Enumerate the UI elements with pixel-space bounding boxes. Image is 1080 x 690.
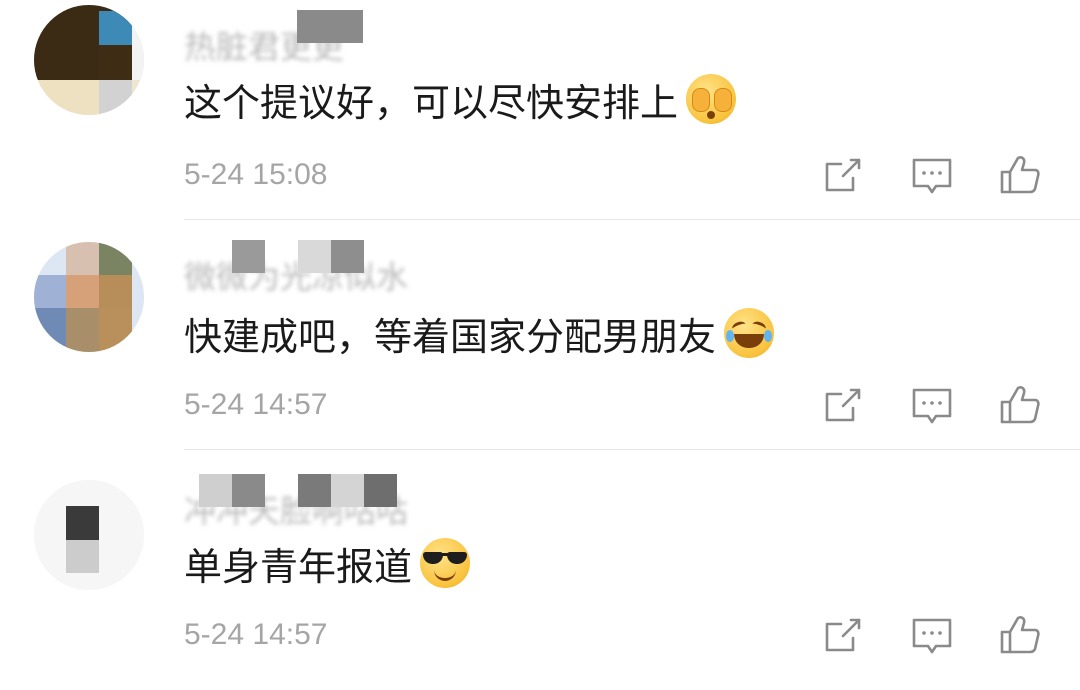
share-button[interactable] — [821, 154, 865, 198]
thumbs-up-icon — [1000, 616, 1040, 654]
share-button[interactable] — [821, 614, 865, 658]
username[interactable]: 微微为光凉似水 — [184, 252, 408, 292]
share-icon — [825, 618, 861, 652]
comment-time: 5-24 14:57 — [184, 388, 328, 421]
sunglasses-emoji — [420, 538, 471, 588]
mosaic-block — [331, 474, 364, 507]
comment-item: 微微为光凉似水 快建成吧，等着国家分配男朋友 5-24 14:57 — [0, 230, 1080, 460]
comment-time: 5-24 15:08 — [184, 158, 328, 191]
comment-text-content: 快建成吧，等着国家分配男朋友 — [184, 315, 717, 359]
share-button[interactable] — [821, 384, 865, 428]
mosaic-block — [297, 10, 363, 43]
like-button[interactable] — [998, 382, 1042, 426]
comment-item: 热脏君更更 这个提议好，可以尽快安排上 5-24 15:08 — [0, 0, 1080, 230]
avatar[interactable] — [34, 480, 144, 590]
comment-time: 5-24 14:57 — [184, 618, 328, 651]
thumbs-up-icon — [1000, 156, 1040, 194]
thumbs-up-icon — [1000, 386, 1040, 424]
avatar[interactable] — [34, 242, 144, 352]
mosaic-block — [232, 240, 265, 273]
divider — [184, 449, 1080, 450]
comment-icon — [912, 618, 952, 654]
like-button[interactable] — [998, 152, 1042, 196]
comment-text-content: 单身青年报道 — [184, 545, 413, 589]
comment-text: 快建成吧，等着国家分配男朋友 — [184, 308, 775, 360]
share-icon — [825, 388, 861, 422]
mosaic-block — [298, 240, 331, 273]
mosaic-block — [199, 474, 232, 507]
share-icon — [825, 158, 861, 192]
comment-icon — [912, 158, 952, 194]
mosaic-block — [232, 474, 265, 507]
reply-button[interactable] — [910, 384, 954, 428]
comment-text: 单身青年报道 — [184, 538, 471, 590]
rolling-laughing-emoji — [724, 308, 775, 358]
like-button[interactable] — [998, 612, 1042, 656]
mosaic-block — [331, 240, 364, 273]
see-no-evil-emoji — [686, 74, 737, 124]
comment-text: 这个提议好，可以尽快安排上 — [184, 74, 737, 126]
reply-button[interactable] — [910, 154, 954, 198]
mosaic-block — [364, 474, 397, 507]
comment-icon — [912, 388, 952, 424]
comment-text-content: 这个提议好，可以尽快安排上 — [184, 81, 679, 125]
comment-item: 冲冲天脸啊咕咕 单身青年报道 5-24 14:57 — [0, 460, 1080, 690]
reply-button[interactable] — [910, 614, 954, 658]
divider — [184, 219, 1080, 220]
mosaic-block — [298, 474, 331, 507]
avatar[interactable] — [34, 5, 144, 115]
